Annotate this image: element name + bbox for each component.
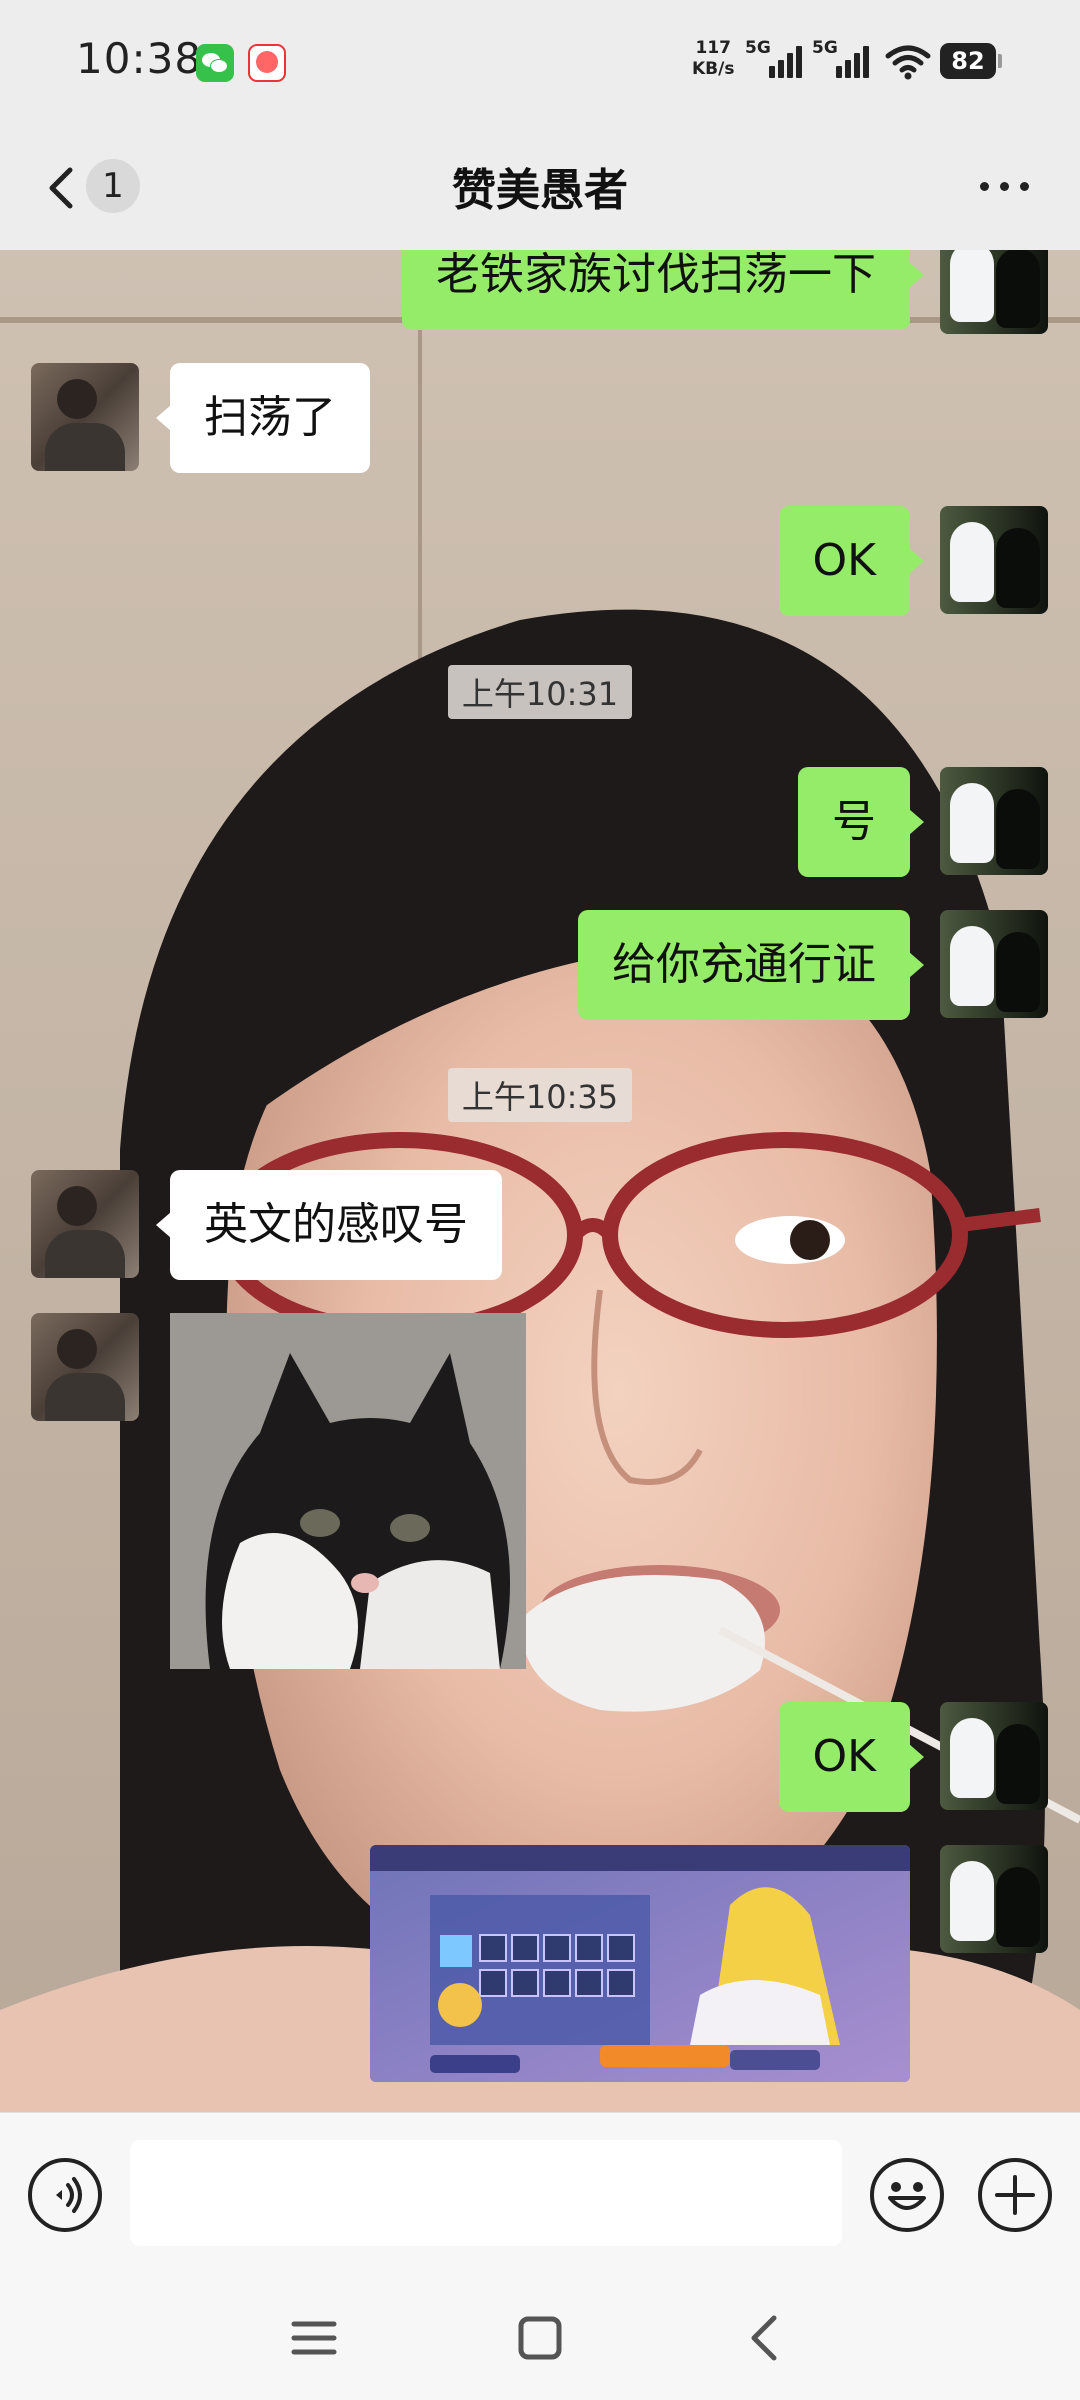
emoji-icon[interactable] [870,2158,944,2232]
self-avatar[interactable] [940,506,1048,614]
menu-icon[interactable] [286,2310,342,2366]
cat-photo-message[interactable] [170,1313,526,1669]
message-timestamp: 上午10:35 [0,1068,1080,1122]
battery-indicator: 82 [940,43,1002,79]
timestamp-text: 上午10:31 [447,665,633,719]
message-bubble-self[interactable]: OK [778,506,924,616]
timestamp-text: 上午10:35 [447,1068,633,1122]
network-speed-value: 117 [695,38,731,58]
signal-label-1: 5G [745,38,771,58]
system-navigation-bar [0,2272,1080,2400]
more-options-icon[interactable] [978,180,1032,194]
contact-avatar[interactable] [31,1170,139,1278]
contact-avatar[interactable] [31,1313,139,1421]
chat-message-list[interactable]: 老铁家族讨伐扫荡一下 扫荡了 OK 上午10:31 号 给你充通行证 上午10:… [0,250,1080,2112]
cat-photo [170,1313,526,1669]
message-bubble-other[interactable]: 扫荡了 [156,363,370,473]
clown-icon [248,44,286,82]
message-bubble-other[interactable]: 英文的感叹号 [156,1170,502,1280]
signal-icon-2: 5G [812,38,874,82]
message-bubble-self[interactable]: OK [778,1702,924,1812]
voice-icon[interactable] [28,2158,102,2232]
game-screenshot-message[interactable] [370,1845,910,2082]
chat-screen: 10:38 117 KB/s 5G 5G 82 1 赞美愚者 老铁家族讨伐扫荡一… [0,0,1080,2400]
signal-icon-1: 5G [745,38,807,82]
status-bar: 10:38 117 KB/s 5G 5G 82 [0,0,1080,124]
contact-avatar[interactable] [31,363,139,471]
self-avatar[interactable] [940,250,1048,334]
signal-label-2: 5G [812,38,838,58]
chat-title: 赞美愚者 [452,165,628,216]
game-screenshot [370,1845,910,2082]
input-bar [0,2112,1080,2273]
message-bubble-self[interactable]: 号 [798,767,924,877]
self-avatar[interactable] [940,1845,1048,1953]
wechat-icon [196,44,234,82]
message-bubble-self[interactable]: 老铁家族讨伐扫荡一下 [402,250,924,330]
nav-back-icon[interactable] [738,2310,794,2366]
self-avatar[interactable] [940,1702,1048,1810]
self-avatar[interactable] [940,767,1048,875]
status-time: 10:38 [76,34,203,83]
network-speed: 117 KB/s [692,38,734,80]
wifi-icon [885,45,931,80]
plus-icon[interactable] [978,2158,1052,2232]
message-bubble-self[interactable]: 给你充通行证 [578,910,924,1020]
chat-wallpaper [0,250,1080,2112]
message-timestamp: 上午10:31 [0,665,1080,719]
message-input[interactable] [130,2140,842,2246]
network-speed-unit: KB/s [692,59,735,79]
home-icon[interactable] [512,2310,568,2366]
self-avatar[interactable] [940,910,1048,1018]
